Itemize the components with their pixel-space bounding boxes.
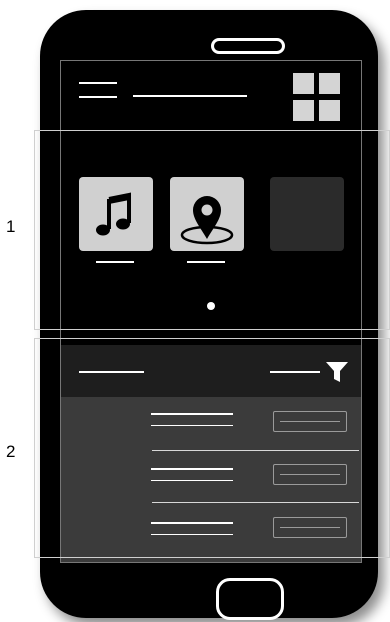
grid-icon[interactable] xyxy=(293,73,345,125)
section-box-2 xyxy=(34,338,390,558)
section-number-2: 2 xyxy=(6,442,16,461)
section-box-1 xyxy=(34,130,390,330)
section-number-1: 1 xyxy=(6,217,16,236)
hamburger-menu-icon[interactable] xyxy=(79,82,119,100)
phone-speaker xyxy=(211,38,285,54)
header-title-placeholder xyxy=(133,95,247,97)
home-button[interactable] xyxy=(216,578,284,620)
